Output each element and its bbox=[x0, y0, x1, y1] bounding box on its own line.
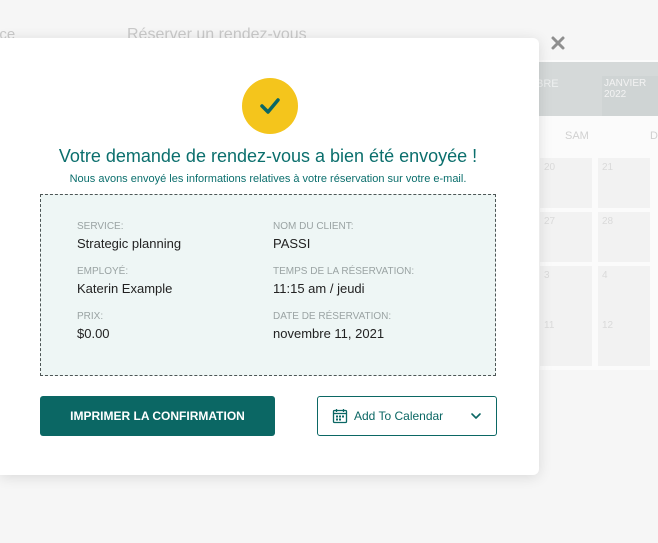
price-field: PRIX: $0.00 bbox=[77, 311, 110, 341]
time-value: 11:15 am / jeudi bbox=[273, 281, 365, 296]
print-confirmation-button[interactable]: IMPRIMER LA CONFIRMATION bbox=[40, 396, 275, 436]
calendar-cell: 21 bbox=[598, 158, 650, 208]
calendar-month-current: JANVIER 2022 bbox=[602, 76, 658, 116]
calendar-cell: 11 bbox=[540, 316, 592, 366]
service-field: SERVICE: Strategic planning bbox=[77, 221, 181, 251]
client-label: NOM DU CLIENT: bbox=[273, 221, 354, 232]
time-label: TEMPS DE LA RÉSERVATION: bbox=[273, 266, 415, 277]
confirmation-modal: Votre demande de rendez-vous a bien été … bbox=[0, 38, 539, 475]
calendar-month-name: JANVIER bbox=[604, 78, 647, 89]
price-value: $0.00 bbox=[77, 326, 110, 341]
close-icon-glyph bbox=[551, 36, 565, 50]
reservation-details: SERVICE: Strategic planning EMPLOYÉ: Kat… bbox=[40, 194, 496, 376]
calendar-month-prev: BRE bbox=[536, 78, 559, 90]
calendar-cell: 27 bbox=[540, 212, 592, 262]
confirmation-subtitle: Nous avons envoyé les informations relat… bbox=[69, 173, 467, 185]
service-value: Strategic planning bbox=[77, 236, 182, 251]
employee-field: EMPLOYÉ: Katerin Example bbox=[77, 266, 172, 296]
add-to-calendar-label: Add To Calendar bbox=[354, 409, 444, 423]
add-to-calendar-dropdown[interactable]: Add To Calendar bbox=[317, 396, 497, 436]
close-icon[interactable] bbox=[548, 34, 568, 54]
confirmation-title: Votre demande de rendez-vous a bien été … bbox=[58, 146, 478, 166]
calendar-cell: 4 bbox=[598, 266, 650, 316]
time-field: TEMPS DE LA RÉSERVATION: 11:15 am / jeud… bbox=[273, 266, 414, 296]
calendar-cell: 20 bbox=[540, 158, 592, 208]
calendar-cell: 28 bbox=[598, 212, 650, 262]
calendar-dow-next: D bbox=[650, 130, 658, 142]
client-field: NOM DU CLIENT: PASSI bbox=[273, 221, 354, 251]
calendar-cell: 3 bbox=[540, 266, 592, 316]
calendar-cell: 12 bbox=[598, 316, 650, 366]
employee-label: EMPLOYÉ: bbox=[77, 266, 129, 277]
date-label: DATE DE RÉSERVATION: bbox=[273, 311, 392, 322]
client-value: PASSI bbox=[273, 236, 311, 251]
employee-value: Katerin Example bbox=[77, 281, 173, 296]
date-value: novembre 11, 2021 bbox=[273, 326, 385, 341]
price-label: PRIX: bbox=[77, 311, 104, 322]
service-label: SERVICE: bbox=[77, 221, 124, 232]
checkmark-icon bbox=[242, 78, 298, 134]
background-calendar-header: BRE JANVIER 2022 bbox=[530, 62, 658, 116]
chevron-down-icon bbox=[471, 413, 481, 419]
calendar-dow-sat: SAM bbox=[565, 130, 589, 142]
date-field: DATE DE RÉSERVATION: novembre 11, 2021 bbox=[273, 311, 391, 341]
calendar-month-year: 2022 bbox=[604, 89, 627, 100]
calendar-icon bbox=[332, 409, 348, 424]
